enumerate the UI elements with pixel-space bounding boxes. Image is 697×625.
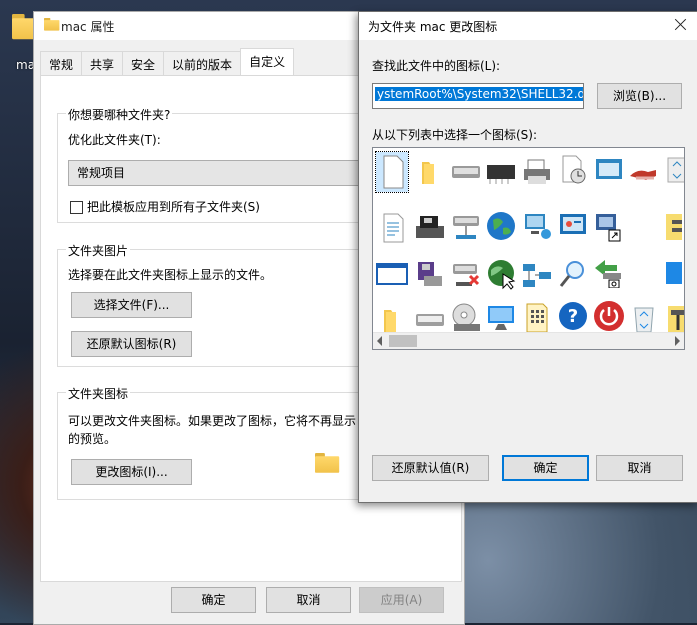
- folder-icon: [44, 18, 60, 31]
- globe-icon[interactable]: [485, 210, 517, 242]
- optimize-label: 优化此文件夹(T):: [68, 133, 161, 147]
- change-icon-button[interactable]: 更改图标(I)...: [71, 459, 192, 485]
- scroll-thumb[interactable]: [389, 335, 417, 347]
- optimize-question: 你想要哪种文件夹?: [66, 106, 173, 123]
- apply-subfolders-label[interactable]: 把此模板应用到所有子文件夹(S): [87, 198, 260, 215]
- dialog-ok-button[interactable]: 确定: [502, 455, 589, 481]
- tab-security[interactable]: 安全: [122, 51, 165, 77]
- help-icon[interactable]: ?: [557, 300, 589, 332]
- calculator-grid-icon[interactable]: [521, 302, 553, 334]
- svg-text:?: ?: [568, 306, 578, 327]
- folder-icon-title: 文件夹图标: [66, 385, 131, 402]
- green-arrow-icon[interactable]: [593, 256, 625, 289]
- monitor-icon[interactable]: [485, 302, 517, 334]
- dialog-cancel-button[interactable]: 取消: [596, 455, 683, 481]
- tab-previous-versions[interactable]: 以前的版本: [163, 51, 242, 77]
- control-panel-icon[interactable]: [557, 210, 589, 242]
- tab-general[interactable]: 常规: [40, 51, 83, 77]
- recycle-bin-small-icon[interactable]: [628, 302, 660, 334]
- window-icon[interactable]: [593, 154, 625, 186]
- folder-icon[interactable]: [416, 156, 448, 188]
- apply-subfolders-checkbox[interactable]: [70, 201, 83, 214]
- network-drive-x-icon[interactable]: [450, 258, 482, 290]
- shortcut-icon[interactable]: [593, 210, 625, 242]
- network-computer-icon[interactable]: [521, 210, 553, 242]
- folder-picture-description: 选择要在此文件夹图标上显示的文件。: [68, 268, 273, 282]
- icon-file-path-input[interactable]: ystemRoot%\System32\SHELL32.dll: [372, 83, 584, 109]
- browse-button[interactable]: 浏览(B)...: [597, 83, 682, 109]
- network-icon[interactable]: [521, 258, 553, 290]
- search-icon[interactable]: [557, 258, 589, 290]
- scroll-right-icon[interactable]: [675, 336, 680, 346]
- hammer-icon[interactable]: [662, 302, 684, 334]
- folder-icon-description-line1: 可以更改文件夹图标。如果更改了图标，它将不再显示: [68, 414, 357, 428]
- memory-chip-icon[interactable]: [485, 156, 517, 188]
- icon-file-path-value: ystemRoot%\System32\SHELL32.dll: [375, 87, 583, 101]
- icon-list-scrollbar[interactable]: [373, 332, 684, 349]
- icon-list[interactable]: ?: [372, 147, 685, 350]
- hand-share-icon[interactable]: [628, 156, 660, 188]
- power-icon[interactable]: [593, 300, 625, 332]
- globe-pointer-icon[interactable]: [485, 258, 517, 290]
- dialog-titlebar[interactable]: 为文件夹 mac 更改图标: [359, 12, 697, 40]
- apply-button[interactable]: 应用(A): [359, 587, 444, 613]
- choose-file-button[interactable]: 选择文件(F)...: [71, 292, 192, 318]
- printer-icon[interactable]: [521, 156, 553, 188]
- blue-square-icon[interactable]: [660, 258, 684, 290]
- folder-preview-icon: [315, 453, 340, 473]
- window-title: mac 属性: [61, 20, 115, 34]
- change-icon-dialog: 为文件夹 mac 更改图标 查找此文件中的图标(L): ystemRoot%\S…: [358, 11, 697, 503]
- icon-list-label: 从以下列表中选择一个图标(S):: [372, 128, 538, 142]
- text-document-icon[interactable]: [378, 212, 410, 244]
- scroll-left-icon[interactable]: [377, 336, 382, 346]
- folder-settings-icon[interactable]: [660, 210, 684, 242]
- restore-default-icon-button[interactable]: 还原默认图标(R): [71, 331, 192, 357]
- close-icon[interactable]: [671, 15, 691, 35]
- drive-icon[interactable]: [450, 156, 482, 188]
- floppy-stack-icon[interactable]: [414, 258, 446, 290]
- document-clock-icon[interactable]: [557, 154, 589, 186]
- tab-sharing[interactable]: 共享: [81, 51, 124, 77]
- find-icon-label: 查找此文件中的图标(L):: [372, 59, 501, 73]
- folder-picture-title: 文件夹图片: [66, 242, 131, 259]
- cancel-button[interactable]: 取消: [266, 587, 351, 613]
- application-window-icon[interactable]: [376, 258, 408, 290]
- blank-document-icon[interactable]: [375, 151, 409, 193]
- dialog-title: 为文件夹 mac 更改图标: [368, 20, 498, 34]
- recycle-bin-icon[interactable]: [662, 154, 684, 186]
- restore-defaults-button[interactable]: 还原默认值(R): [372, 455, 489, 481]
- cd-drive-icon[interactable]: [450, 302, 482, 334]
- folder-icon-description-line2: 的预览。: [68, 432, 117, 446]
- tab-strip: 常规 共享 安全 以前的版本 自定义: [40, 48, 295, 77]
- tab-customize[interactable]: 自定义: [240, 48, 295, 77]
- network-drive-icon[interactable]: [450, 210, 482, 242]
- ok-button[interactable]: 确定: [171, 587, 256, 613]
- floppy-network-icon[interactable]: [414, 212, 446, 244]
